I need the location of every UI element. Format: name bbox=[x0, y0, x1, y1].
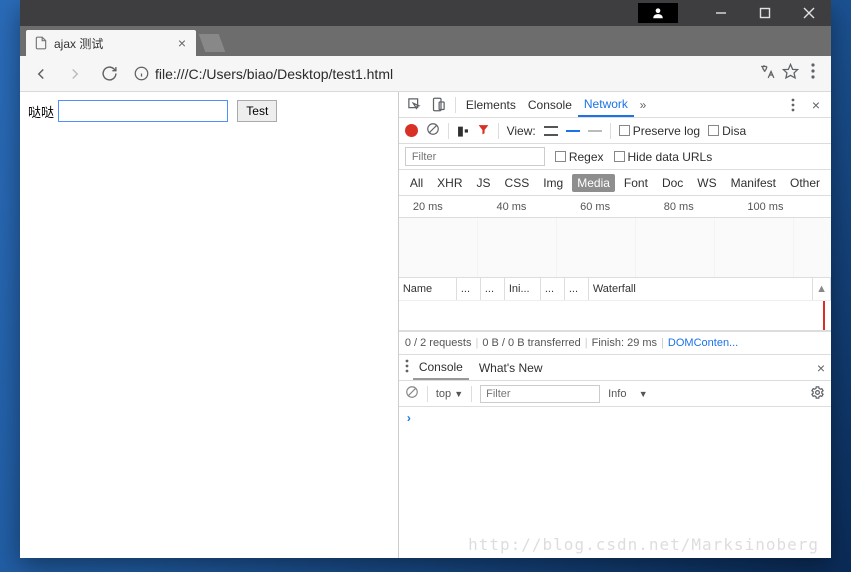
drawer-close-icon[interactable]: × bbox=[817, 360, 825, 376]
type-xhr[interactable]: XHR bbox=[432, 174, 467, 192]
timeline-ruler: 20 ms 40 ms 60 ms 80 ms 100 ms bbox=[399, 196, 831, 218]
translate-icon[interactable] bbox=[759, 63, 776, 85]
menu-icon[interactable] bbox=[805, 63, 821, 84]
divider bbox=[455, 97, 456, 113]
status-transferred: 0 B / 0 B transferred bbox=[482, 337, 580, 349]
type-ws[interactable]: WS bbox=[692, 174, 721, 192]
console-level[interactable]: Info ▼ bbox=[608, 388, 648, 400]
overview-icon[interactable] bbox=[566, 130, 580, 132]
type-doc[interactable]: Doc bbox=[657, 174, 688, 192]
tab-title: ajax 测试 bbox=[54, 35, 103, 52]
type-font[interactable]: Font bbox=[619, 174, 653, 192]
drawer-tab-console[interactable]: Console bbox=[413, 355, 469, 380]
table-header: Name ... ... Ini... ... ... Waterfall ▲ bbox=[399, 278, 831, 300]
type-manifest[interactable]: Manifest bbox=[726, 174, 781, 192]
devtools-menu-icon[interactable] bbox=[781, 93, 805, 117]
console-clear-icon[interactable] bbox=[405, 385, 419, 402]
tab-elements[interactable]: Elements bbox=[460, 92, 522, 117]
status-finish: Finish: 29 ms bbox=[592, 337, 657, 349]
watermark: http://blog.csdn.net/Marksinoberg bbox=[468, 535, 819, 554]
divider bbox=[610, 123, 611, 139]
col-time[interactable]: ... bbox=[565, 278, 589, 300]
back-button[interactable] bbox=[26, 59, 56, 89]
divider bbox=[448, 123, 449, 139]
profile-button[interactable] bbox=[638, 3, 678, 23]
devtools: Elements Console Network » × ▮▪ View: bbox=[398, 92, 831, 558]
browser-tab[interactable]: ajax 测试 × bbox=[26, 30, 196, 56]
hide-data-urls-checkbox[interactable]: Hide data URLs bbox=[614, 150, 713, 164]
devtools-close-icon[interactable]: × bbox=[805, 97, 827, 113]
sort-icon[interactable]: ▲ bbox=[813, 278, 831, 300]
type-all[interactable]: All bbox=[405, 174, 428, 192]
minimize-button[interactable] bbox=[699, 0, 743, 26]
close-tab-icon[interactable]: × bbox=[178, 35, 186, 51]
reload-button[interactable] bbox=[94, 59, 124, 89]
more-tabs-icon[interactable]: » bbox=[634, 98, 652, 112]
console-settings-icon[interactable] bbox=[810, 385, 825, 403]
col-type[interactable]: ... bbox=[481, 278, 505, 300]
view-label: View: bbox=[507, 124, 536, 138]
inspect-icon[interactable] bbox=[403, 93, 427, 117]
console-toolbar: top ▼ Info ▼ bbox=[399, 381, 831, 407]
col-status[interactable]: ... bbox=[457, 278, 481, 300]
divider bbox=[427, 386, 428, 402]
disable-cache-checkbox[interactable]: Disa bbox=[708, 124, 746, 138]
divider bbox=[498, 123, 499, 139]
network-filter-input[interactable] bbox=[405, 147, 545, 166]
device-icon[interactable] bbox=[427, 93, 451, 117]
page-content: 哒哒 Test bbox=[20, 92, 398, 558]
toolbar: file:///C:/Users/biao/Desktop/test1.html bbox=[20, 56, 831, 92]
network-type-bar: All XHR JS CSS Img Media Font Doc WS Man… bbox=[399, 170, 831, 196]
table-body bbox=[399, 300, 831, 330]
text-input[interactable] bbox=[58, 100, 228, 122]
type-media[interactable]: Media bbox=[572, 174, 615, 192]
divider bbox=[471, 386, 472, 402]
drawer-tabbar: Console What's New × bbox=[399, 355, 831, 381]
tab-strip: ajax 测试 × bbox=[20, 26, 831, 56]
new-tab-button[interactable] bbox=[199, 34, 226, 52]
col-size[interactable]: ... bbox=[541, 278, 565, 300]
devtools-tabbar: Elements Console Network » × bbox=[399, 92, 831, 118]
tab-console[interactable]: Console bbox=[522, 92, 578, 117]
star-icon[interactable] bbox=[782, 63, 799, 85]
screenshot-icon[interactable]: ▮▪ bbox=[457, 123, 469, 139]
network-table: Name ... ... Ini... ... ... Waterfall ▲ bbox=[399, 278, 831, 331]
forward-button[interactable] bbox=[60, 59, 90, 89]
preserve-log-checkbox[interactable]: Preserve log bbox=[619, 124, 700, 138]
filter-toggle-icon[interactable] bbox=[477, 123, 490, 139]
address-bar[interactable]: file:///C:/Users/biao/Desktop/test1.html bbox=[128, 60, 755, 88]
close-window-button[interactable] bbox=[787, 0, 831, 26]
maximize-button[interactable] bbox=[743, 0, 787, 26]
network-toolbar: ▮▪ View: Preserve log Disa bbox=[399, 118, 831, 144]
type-img[interactable]: Img bbox=[538, 174, 568, 192]
type-other[interactable]: Other bbox=[785, 174, 825, 192]
console-context[interactable]: top ▼ bbox=[436, 388, 463, 400]
tab-network[interactable]: Network bbox=[578, 92, 634, 117]
large-rows-icon[interactable] bbox=[544, 126, 558, 136]
test-button[interactable]: Test bbox=[237, 100, 277, 122]
type-css[interactable]: CSS bbox=[500, 174, 535, 192]
regex-checkbox[interactable]: Regex bbox=[555, 150, 604, 164]
col-initiator[interactable]: Ini... bbox=[505, 278, 541, 300]
record-icon[interactable] bbox=[405, 124, 418, 137]
drawer-tab-whatsnew[interactable]: What's New bbox=[473, 355, 549, 380]
network-filter-row: Regex Hide data URLs bbox=[399, 144, 831, 170]
drawer-menu-icon[interactable] bbox=[405, 359, 409, 376]
window-titlebar bbox=[20, 0, 831, 26]
info-icon[interactable] bbox=[134, 66, 149, 81]
status-domcontent: DOMConten... bbox=[668, 337, 738, 349]
file-icon bbox=[34, 36, 48, 50]
url-text: file:///C:/Users/biao/Desktop/test1.html bbox=[155, 66, 393, 82]
type-js[interactable]: JS bbox=[472, 174, 496, 192]
col-waterfall[interactable]: Waterfall bbox=[589, 278, 813, 300]
clear-icon[interactable] bbox=[426, 122, 440, 139]
console-filter-input[interactable] bbox=[480, 385, 600, 403]
timeline-overview[interactable] bbox=[399, 218, 831, 278]
load-marker bbox=[823, 301, 825, 330]
col-name[interactable]: Name bbox=[399, 278, 457, 300]
group-icon[interactable] bbox=[588, 130, 602, 132]
network-status-bar: 0 / 2 requests| 0 B / 0 B transferred| F… bbox=[399, 331, 831, 355]
status-requests: 0 / 2 requests bbox=[405, 337, 472, 349]
page-label: 哒哒 bbox=[28, 105, 54, 120]
